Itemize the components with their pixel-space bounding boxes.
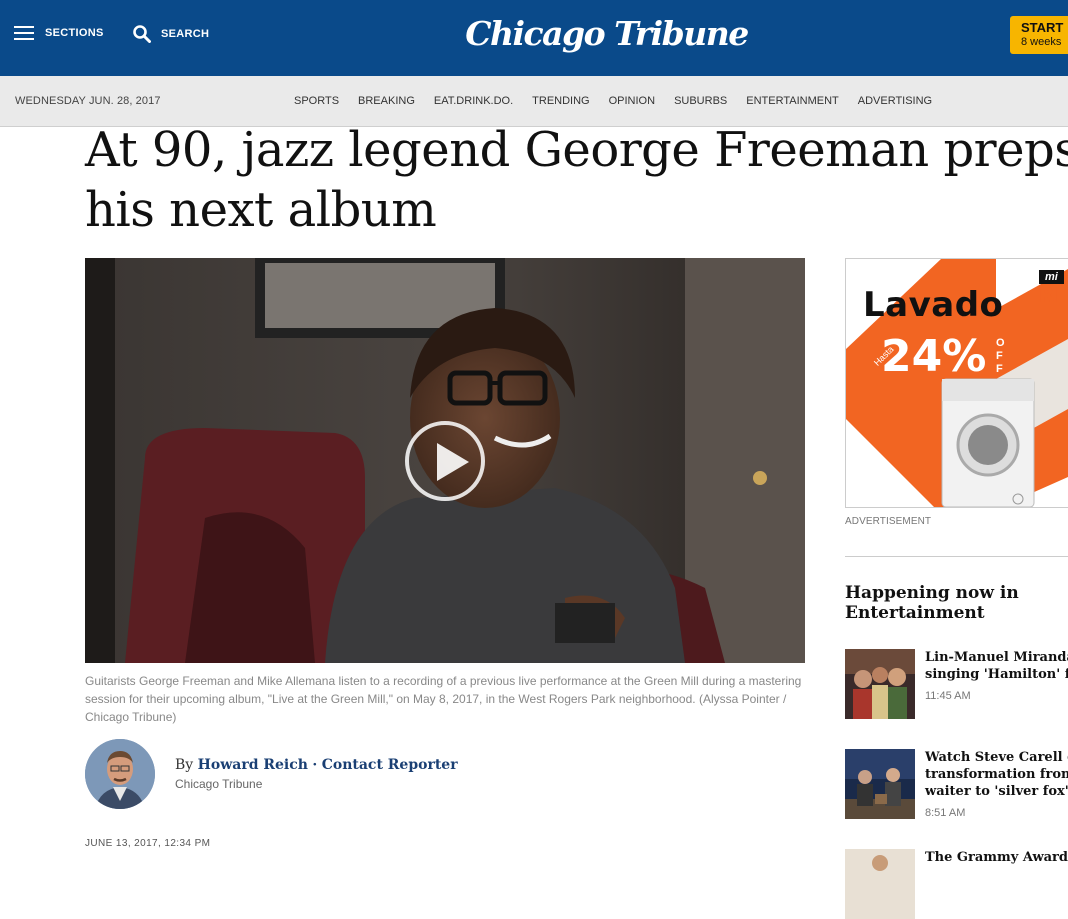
nav-link-sports[interactable]: SPORTS xyxy=(294,95,339,107)
advertisement-banner[interactable]: Lavado Hasta 24% OFF mi RI xyxy=(845,258,1068,508)
story-item[interactable]: Lin-Manuel Miranda l singing 'Hamilton' … xyxy=(845,649,1068,719)
section-title: Happening now in Entertainment xyxy=(845,583,1019,623)
story-time: 11:45 AM xyxy=(925,690,971,702)
ad-headline: Lavado xyxy=(863,285,1004,325)
article-video[interactable] xyxy=(85,258,805,663)
nav-links: SPORTS BREAKING EAT.DRINK.DO. TRENDING O… xyxy=(294,95,951,107)
nav-link-opinion[interactable]: OPINION xyxy=(609,95,655,107)
story-title[interactable]: Lin-Manuel Miranda l singing 'Hamilton' … xyxy=(925,649,1068,683)
subscribe-button[interactable]: START 8 weeks xyxy=(1010,16,1068,54)
article-headline: At 90, jazz legend George Freeman preps … xyxy=(85,122,1068,238)
nav-link-eat-drink-do[interactable]: EAT.DRINK.DO. xyxy=(434,95,513,107)
story-item[interactable]: Watch Steve Carell dis transformation fr… xyxy=(845,749,1068,819)
author-organization: Chicago Tribune xyxy=(175,777,263,791)
nav-link-advertising[interactable]: ADVERTISING xyxy=(858,95,932,107)
story-time: 8:51 AM xyxy=(925,807,966,819)
story-title[interactable]: The Grammy Awards xyxy=(925,849,1068,866)
story-thumbnail-image xyxy=(845,849,915,919)
nav-link-trending[interactable]: TRENDING xyxy=(532,95,589,107)
ad-label: ADVERTISEMENT xyxy=(845,516,932,527)
story-thumbnail xyxy=(845,749,915,819)
story-thumbnail xyxy=(845,649,915,719)
play-icon[interactable] xyxy=(405,421,485,501)
story-thumbnail-image xyxy=(845,649,915,719)
nav-link-breaking[interactable]: BREAKING xyxy=(358,95,415,107)
story-item[interactable]: The Grammy Awards xyxy=(845,849,1068,919)
byline-separator: · xyxy=(312,757,318,773)
author-avatar[interactable] xyxy=(85,739,155,809)
current-date: WEDNESDAY JUN. 28, 2017 xyxy=(15,95,161,107)
nav-link-entertainment[interactable]: ENTERTAINMENT xyxy=(746,95,839,107)
publish-date: JUNE 13, 2017, 12:34 PM xyxy=(85,838,211,849)
ad-discount: 24% xyxy=(881,331,987,382)
byline: By Howard Reich · Contact Reporter xyxy=(175,757,458,773)
story-title[interactable]: Watch Steve Carell dis transformation fr… xyxy=(925,749,1068,800)
subscribe-subtitle: 8 weeks xyxy=(1021,36,1062,48)
subscribe-title: START xyxy=(1021,20,1064,35)
ad-off: OFF xyxy=(996,337,1005,375)
nav-link-suburbs[interactable]: SUBURBS xyxy=(674,95,727,107)
ad-brand-badge: mi xyxy=(1039,270,1064,284)
divider xyxy=(845,556,1068,557)
author-link[interactable]: Howard Reich xyxy=(198,757,308,773)
logo[interactable]: Chicago Tribune xyxy=(0,14,1068,53)
photo-caption: Guitarists George Freeman and Mike Allem… xyxy=(85,674,802,724)
story-thumbnail xyxy=(845,849,915,919)
contact-reporter-link[interactable]: Contact Reporter xyxy=(322,757,458,773)
story-thumbnail-image xyxy=(845,749,915,819)
author-photo xyxy=(85,739,155,809)
ad-brand-text: RI xyxy=(1039,283,1062,307)
top-bar: SECTIONS SEARCH Chicago Tribune START 8 … xyxy=(0,0,1068,76)
byline-prefix: By xyxy=(175,757,194,773)
